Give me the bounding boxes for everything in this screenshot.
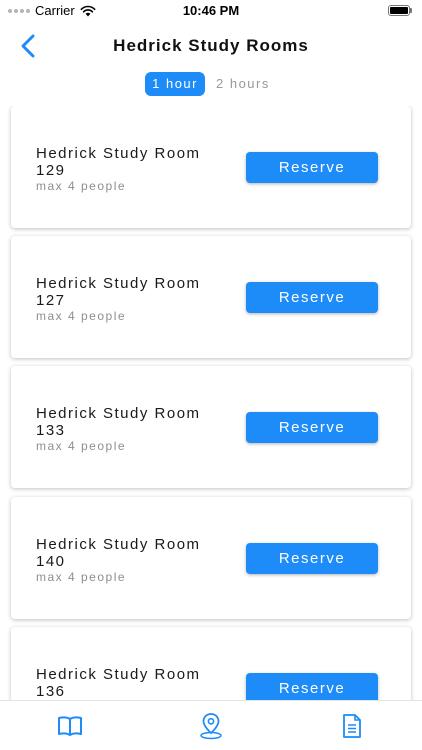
room-name: Hedrick Study Room 140 <box>36 536 201 570</box>
status-bar: Carrier 10:46 PM <box>0 0 422 22</box>
map-pin-icon <box>200 712 222 739</box>
tab-2-hours[interactable]: 2 hours <box>209 72 277 96</box>
room-card: Hedrick Study Room 140 max 4 people Rese… <box>11 497 411 619</box>
tab-1-hour[interactable]: 1 hour <box>145 72 205 96</box>
room-card: Hedrick Study Room 127 max 4 people Rese… <box>11 236 411 358</box>
room-name: Hedrick Study Room 127 <box>36 275 201 309</box>
room-capacity: max 4 people <box>36 439 127 453</box>
room-list[interactable]: Hedrick Study Room 129 max 4 people Rese… <box>0 106 422 700</box>
document-icon <box>342 713 361 738</box>
duration-segmented-control: 1 hour 2 hours <box>0 72 422 98</box>
tab-map[interactable] <box>141 701 282 750</box>
status-time: 10:46 PM <box>182 3 240 18</box>
room-card: Hedrick Study Room 136 Reserve <box>11 627 411 700</box>
room-card: Hedrick Study Room 133 max 4 people Rese… <box>11 366 411 488</box>
room-name: Hedrick Study Room 136 <box>36 666 201 700</box>
page-title: Hedrick Study Rooms <box>113 36 309 55</box>
book-icon <box>58 715 83 736</box>
reserve-button[interactable]: Reserve <box>246 152 378 183</box>
room-capacity: max 4 people <box>36 570 127 584</box>
tab-bar <box>0 700 422 750</box>
nav-bar: Hedrick Study Rooms <box>0 22 422 70</box>
tab-rooms[interactable] <box>0 701 141 750</box>
room-name: Hedrick Study Room 133 <box>36 405 201 439</box>
reserve-button[interactable]: Reserve <box>246 282 378 313</box>
reserve-button[interactable]: Reserve <box>246 543 378 574</box>
room-capacity: max 4 people <box>36 179 127 193</box>
room-name: Hedrick Study Room 129 <box>36 145 201 179</box>
battery-icon <box>388 5 412 16</box>
room-capacity: max 4 people <box>36 309 127 323</box>
room-card: Hedrick Study Room 129 max 4 people Rese… <box>11 106 411 228</box>
reserve-button[interactable]: Reserve <box>246 673 378 700</box>
tab-reservations[interactable] <box>281 701 422 750</box>
reserve-button[interactable]: Reserve <box>246 412 378 443</box>
